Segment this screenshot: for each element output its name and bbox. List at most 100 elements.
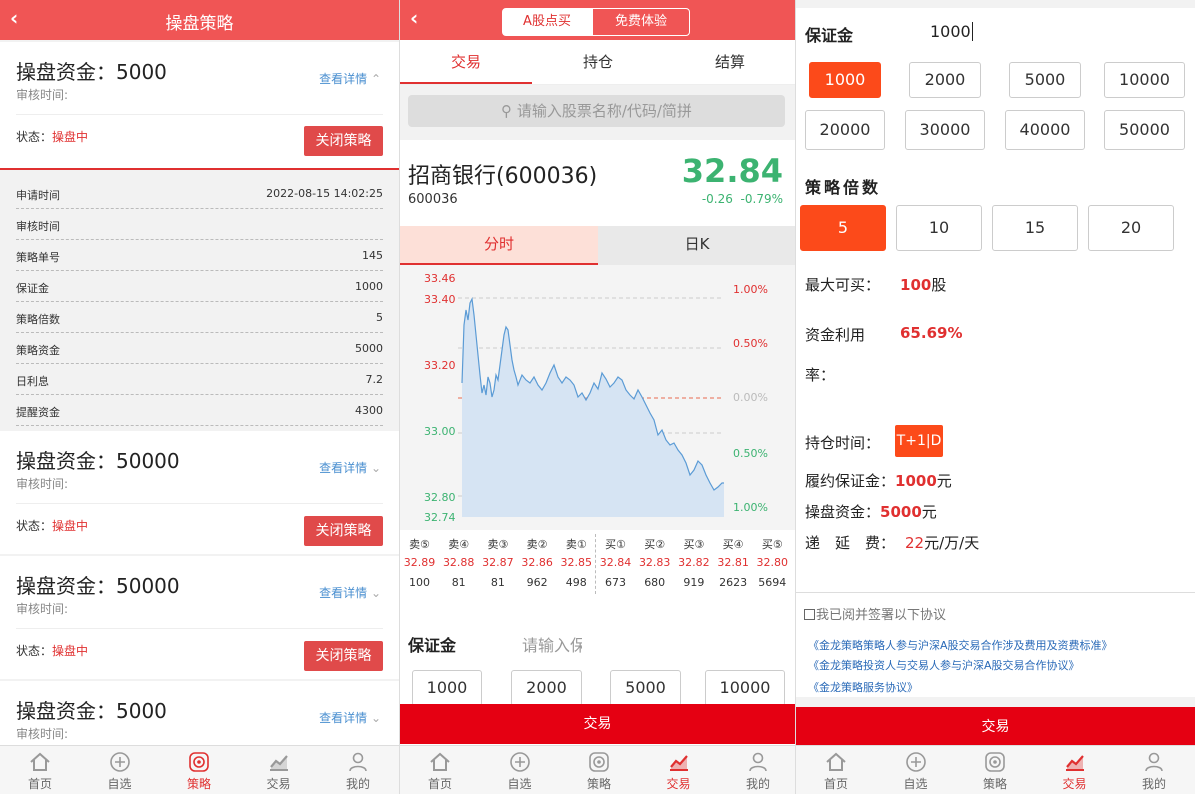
detail-key: 申请时间 <box>16 189 60 202</box>
home-icon <box>429 751 451 773</box>
close-strategy-button[interactable]: 关闭策略 <box>304 641 383 671</box>
trend-chart-icon <box>668 751 690 773</box>
detail-value: 4300 <box>355 404 383 417</box>
amount-10000-button[interactable]: 10000 <box>705 670 785 706</box>
multiple-20-button[interactable]: 20 <box>1088 205 1174 251</box>
trade-fund: 操盘资金：50000 <box>16 574 180 598</box>
trade-panel: ‹ A股点买 免费体验 交易 持仓 结算 ⚲ 请输入股票名称/代码/简拼 招商银… <box>399 0 795 794</box>
back-icon[interactable]: ‹ <box>410 6 418 30</box>
orderbook-volume: 498 <box>565 576 587 589</box>
y-left-4: 32.80 <box>424 491 456 504</box>
amount-40000-button[interactable]: 40000 <box>1005 110 1085 150</box>
view-detail-link[interactable]: 查看详情 ⌄ <box>319 584 381 601</box>
tab-user[interactable]: 我的 <box>1114 746 1194 794</box>
tab-target[interactable]: 策略 <box>559 746 639 794</box>
trade-button[interactable]: 交易 <box>796 707 1195 747</box>
plus-circle-icon <box>905 751 927 773</box>
tab-label: 首页 <box>27 777 52 791</box>
y-left-1: 33.40 <box>424 293 456 306</box>
tab-daily-k[interactable]: 日K <box>598 226 795 265</box>
multiple-label: 策略倍数 <box>805 178 882 197</box>
tab-label: 自选 <box>107 777 132 791</box>
detail-key: 策略倍数 <box>16 313 60 326</box>
tab-plus-circle[interactable]: 自选 <box>876 746 956 794</box>
tab-trend-chart[interactable]: 交易 <box>239 746 319 794</box>
tab-intraday[interactable]: 分时 <box>400 226 598 265</box>
agreement-link-service[interactable]: 《金龙策略服务协议》 <box>808 679 918 695</box>
target-icon <box>984 751 1006 773</box>
detail-value: 2022-08-15 14:02:25 <box>266 187 383 200</box>
orderbook-volume: 680 <box>644 576 666 589</box>
orderbook-label: 买① <box>605 538 626 551</box>
bottom-tab-bar: 首页 自选 策略 交易 我的 <box>400 745 795 794</box>
tab-plus-circle[interactable]: 自选 <box>480 746 560 794</box>
tab-home[interactable]: 首页 <box>0 746 80 794</box>
agreement-link-cooperation[interactable]: 《金龙策略投资人与交易人参与沪深A股交易合作协议》 <box>808 657 1080 673</box>
tab-position[interactable]: 持仓 <box>532 40 664 84</box>
tab-plus-circle[interactable]: 自选 <box>80 746 160 794</box>
seg-free-trial[interactable]: 免费体验 <box>592 8 690 36</box>
multiple-10-button[interactable]: 10 <box>896 205 982 251</box>
orderbook-price: 32.88 <box>442 556 475 569</box>
view-detail-link[interactable]: 查看详情 ⌃ <box>319 70 381 87</box>
tab-trend-chart[interactable]: 交易 <box>639 746 719 794</box>
tab-target[interactable]: 策略 <box>159 746 239 794</box>
multiple-5-button[interactable]: 5 <box>800 205 886 251</box>
tab-label: 自选 <box>507 777 532 791</box>
tab-home[interactable]: 首页 <box>400 746 480 794</box>
price-change: -0.26 -0.79% <box>701 192 783 206</box>
trade-tabs: 交易 持仓 结算 <box>400 40 795 85</box>
detail-row: 策略单号 145 <box>16 240 383 271</box>
agreement-link-fees[interactable]: 《金龙策略策略人参与沪深A股交易合作涉及费用及资费标准》 <box>808 637 1113 653</box>
chevron-down-icon: ⌄ <box>370 461 381 475</box>
tab-trade[interactable]: 交易 <box>400 40 532 84</box>
amount-50000-button[interactable]: 50000 <box>1104 110 1185 150</box>
seg-a-share-buy[interactable]: A股点买 <box>502 8 592 36</box>
tab-trend-chart[interactable]: 交易 <box>1035 746 1115 794</box>
amount-10000-button[interactable]: 10000 <box>1104 62 1185 98</box>
view-detail-link[interactable]: 查看详情 ⌄ <box>319 459 381 476</box>
multiple-15-button[interactable]: 15 <box>992 205 1078 251</box>
detail-value: 5 <box>376 311 383 324</box>
tab-label: 策略 <box>586 777 611 791</box>
chevron-down-icon: ⌄ <box>370 586 381 600</box>
trade-button[interactable]: 交易 <box>400 704 795 744</box>
detail-row: 审核时间 <box>16 209 383 240</box>
view-detail-link[interactable]: 查看详情 ⌄ <box>319 709 381 726</box>
amount-20000-button[interactable]: 20000 <box>805 110 885 150</box>
orderbook-volume: 5694 <box>758 576 787 589</box>
y-left-5: 32.74 <box>424 511 456 524</box>
hold-t1-button[interactable]: T+1|D <box>895 425 943 457</box>
agree-checkbox[interactable] <box>804 609 815 620</box>
orderbook-volume: 100 <box>409 576 430 589</box>
tab-target[interactable]: 策略 <box>955 746 1035 794</box>
stock-name: 招商银行(600036) <box>408 164 598 189</box>
orderbook-label: 卖① <box>565 538 587 551</box>
tab-user[interactable]: 我的 <box>318 746 398 794</box>
tab-settlement[interactable]: 结算 <box>664 40 795 84</box>
amount-2000-button[interactable]: 2000 <box>511 670 582 706</box>
close-strategy-button[interactable]: 关闭策略 <box>304 126 383 156</box>
tab-label: 策略 <box>982 777 1007 791</box>
close-strategy-button[interactable]: 关闭策略 <box>304 516 383 546</box>
amount-30000-button[interactable]: 30000 <box>905 110 985 150</box>
amount-1000-button[interactable]: 1000 <box>809 62 881 98</box>
amount-5000-button[interactable]: 5000 <box>610 670 681 706</box>
amount-5000-button[interactable]: 5000 <box>1009 62 1081 98</box>
search-input[interactable]: ⚲ 请输入股票名称/代码/简拼 <box>408 95 785 127</box>
detail-key: 提醒资金 <box>16 406 60 419</box>
strategy-config-panel: 保证金 1000 1000 2000 5000 10000 20000 3000… <box>795 0 1195 794</box>
amount-2000-button[interactable]: 2000 <box>909 62 981 98</box>
orderbook-volume: 81 <box>451 576 466 589</box>
tab-user[interactable]: 我的 <box>718 746 795 794</box>
audit-time: 审核时间: <box>16 477 69 491</box>
orderbook-label: 买④ <box>722 538 744 551</box>
agree-row[interactable]: 我已阅并签署以下协议 <box>804 604 946 623</box>
margin-input[interactable]: 1000 <box>930 22 973 41</box>
stock-price: 32.84 <box>681 152 783 190</box>
bottom-tab-bar: 首页 自选 策略 交易 我的 <box>796 745 1195 794</box>
tab-home[interactable]: 首页 <box>796 746 876 794</box>
margin-input[interactable]: 请输入保 <box>522 632 582 656</box>
y-left-3: 33.00 <box>424 425 456 438</box>
amount-1000-button[interactable]: 1000 <box>412 670 482 706</box>
